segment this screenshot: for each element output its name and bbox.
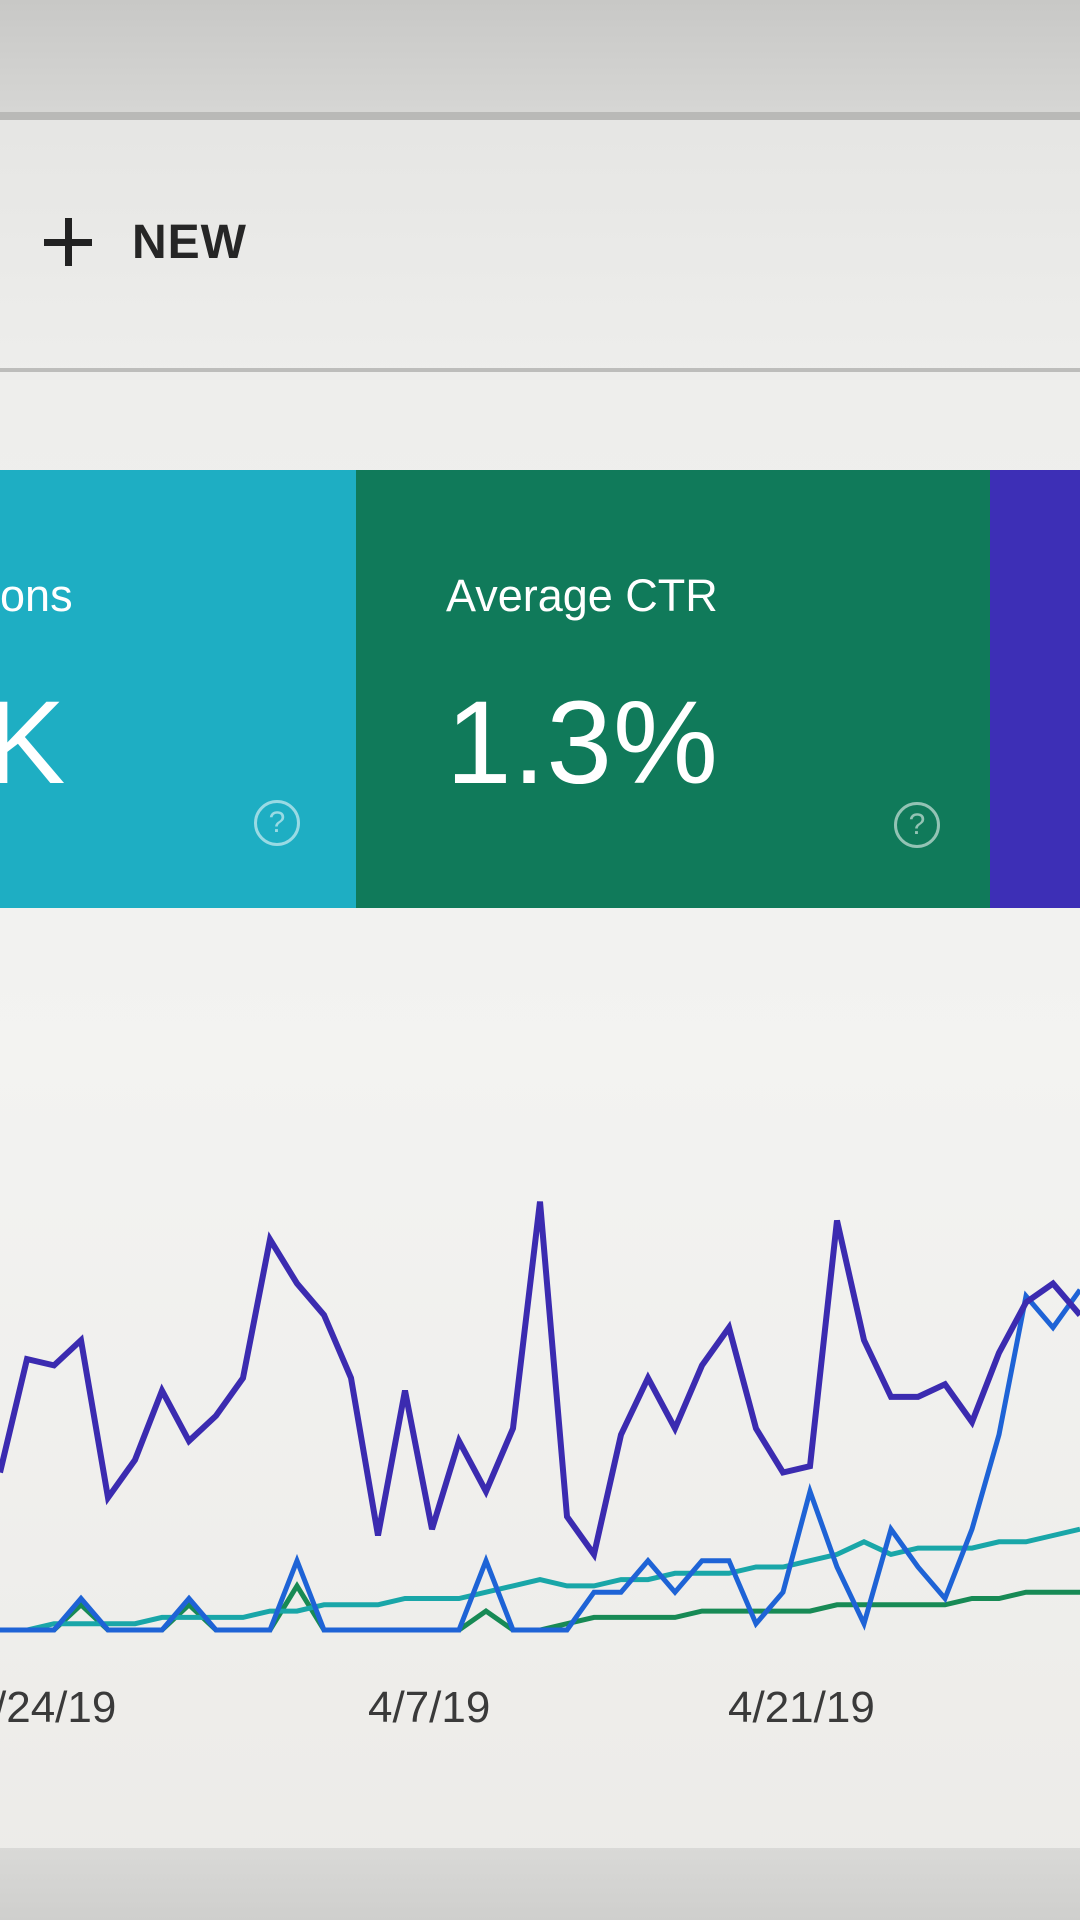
analytics-screen: NEW essions 5K ? Average CTR 1.3% ? A /2… xyxy=(0,0,1080,1920)
x-tick-label: 4/7/19 xyxy=(368,1683,491,1732)
help-circle-icon[interactable]: ? xyxy=(254,800,300,846)
metric-card-average-ctr[interactable]: Average CTR 1.3% ? xyxy=(356,470,990,908)
top-divider xyxy=(0,112,1080,120)
screen-bezel xyxy=(0,1848,1080,1920)
new-button-label: NEW xyxy=(132,215,247,269)
metric-label: Average CTR xyxy=(446,570,718,621)
new-button[interactable]: NEW xyxy=(38,200,247,284)
metric-card-position[interactable]: A xyxy=(990,470,1080,908)
metric-value: 5K xyxy=(0,677,67,809)
metric-card-impressions[interactable]: essions 5K ? xyxy=(0,470,356,908)
performance-chart: /24/19 4/7/19 4/21/19 xyxy=(0,908,1080,1848)
browser-chrome xyxy=(0,0,1080,112)
series-line-0 xyxy=(0,1201,1080,1562)
metric-cards: essions 5K ? Average CTR 1.3% ? A xyxy=(0,470,1080,908)
help-circle-icon[interactable]: ? xyxy=(894,802,940,848)
chart-plot xyxy=(0,1201,1080,1633)
metric-value: 1.3% xyxy=(446,677,719,809)
x-tick-label: 4/21/19 xyxy=(728,1683,875,1732)
series-line-3 xyxy=(0,1581,1080,1633)
metric-label: essions xyxy=(0,570,73,621)
toolbar-divider xyxy=(0,368,1080,372)
x-tick-label: /24/19 xyxy=(0,1683,117,1732)
plus-icon xyxy=(38,212,98,272)
series-line-2 xyxy=(0,1526,1080,1633)
